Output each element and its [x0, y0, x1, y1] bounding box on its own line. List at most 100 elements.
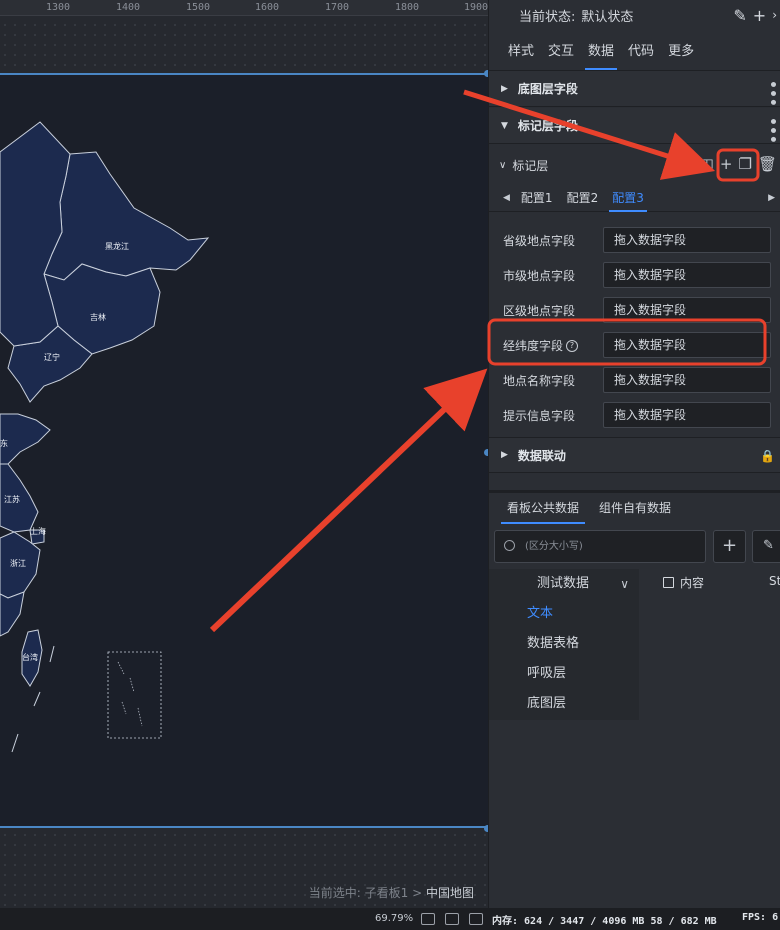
field-label: 地点名称字段	[503, 373, 576, 388]
status-bar: 69.79% 内存: 624 / 3447 / 4096 MB 58 / 682…	[0, 908, 780, 930]
breadcrumb-current[interactable]: 中国地图	[426, 886, 474, 900]
tab-code[interactable]: 代码	[621, 33, 661, 70]
section-title: 标记层字段	[517, 119, 578, 133]
ruler-tick: 1900	[464, 2, 488, 13]
lock-icon[interactable]: 🔒	[760, 449, 775, 463]
tab-board-public-data[interactable]: 看板公共数据	[497, 493, 589, 524]
layout-icon[interactable]: ◫	[700, 155, 714, 173]
tab-style[interactable]: 样式	[501, 33, 541, 70]
drop-zone[interactable]: 拖入数据字段	[603, 332, 771, 358]
drop-zone[interactable]: 拖入数据字段	[603, 402, 771, 428]
column-label: 内容	[680, 576, 705, 590]
field-label: 市级地点字段	[503, 268, 576, 283]
caret-left-icon[interactable]: ◀	[503, 193, 510, 203]
field-label: 省级地点字段	[503, 233, 576, 248]
caret-right-icon: ▶	[501, 83, 508, 94]
cursor-icon[interactable]	[469, 913, 483, 925]
checkbox[interactable]	[663, 577, 674, 588]
zoom-level[interactable]: 69.79%	[375, 913, 413, 924]
chevron-down-icon[interactable]: ∨	[499, 160, 506, 171]
map-label: 吉林	[90, 312, 106, 322]
section-data-link[interactable]: ▶ 数据联动 🔒	[489, 437, 780, 473]
ruler-tick: 1400	[116, 2, 141, 13]
field-label: 提示信息字段	[503, 408, 576, 423]
china-map[interactable]: 黑龙江 吉林 辽宁 东 江苏 上海 浙江 台湾	[0, 75, 488, 830]
state-label: 当前状态:	[519, 10, 576, 25]
dataset-item[interactable]: 文本	[489, 599, 639, 629]
ruler-tick: 1300	[46, 2, 71, 13]
layer-row[interactable]: ∨ 标记层 ▦ ◫ + ❐ 🗑	[489, 146, 780, 184]
column-label-partial: St	[769, 574, 780, 588]
config-tab[interactable]: 配置2	[560, 184, 606, 212]
plus-icon[interactable]: +	[720, 155, 733, 173]
field-city: 市级地点字段 拖入数据字段	[489, 261, 780, 289]
keyboard-icon[interactable]	[445, 913, 459, 925]
canvas-area[interactable]: 1300 1400 1500 1600 1700 1800 1900 黑龙江 吉…	[0, 0, 488, 908]
help-icon[interactable]: ?	[566, 340, 579, 352]
field-label-wrap: 经纬度字段?	[503, 337, 603, 354]
drop-zone[interactable]: 拖入数据字段	[603, 262, 771, 288]
more-vertical-icon[interactable]: •••	[764, 117, 780, 144]
dataset-item[interactable]: 底图层	[489, 689, 639, 719]
fit-screen-icon[interactable]	[421, 913, 435, 925]
section-title: 数据联动	[517, 448, 566, 463]
section-base-layer[interactable]: ▶ 底图层字段 •••	[489, 71, 780, 107]
field-tooltip: 提示信息字段 拖入数据字段	[489, 401, 780, 429]
south-sea-inset	[107, 651, 162, 739]
map-label: 浙江	[10, 558, 26, 568]
edit-icon[interactable]: ✎	[733, 6, 746, 25]
drop-zone[interactable]: 拖入数据字段	[603, 367, 771, 393]
state-bar: 当前状态: 默认状态 ✎ + ›	[489, 0, 780, 31]
search-input[interactable]: (区分大小写)	[494, 530, 706, 563]
ruler-tick: 1800	[395, 2, 420, 13]
config-tab[interactable]: 配置1	[514, 184, 560, 212]
dataset-item[interactable]: 呼吸层	[489, 659, 639, 689]
chevron-down-icon[interactable]: ∨	[620, 569, 629, 599]
field-place-name: 地点名称字段 拖入数据字段	[489, 366, 780, 394]
copy-icon[interactable]: ❐	[739, 155, 752, 173]
edit-dataset-button[interactable]: ✎	[752, 530, 780, 563]
breadcrumb: 当前选中: 子看板1 > 中国地图	[309, 884, 474, 901]
plus-icon[interactable]: +	[753, 6, 766, 25]
dataset-group[interactable]: 测试数据 ∨	[489, 569, 639, 599]
config-tab-active[interactable]: 配置3	[605, 184, 651, 212]
property-tabs: 样式 交互 数据 代码 更多	[489, 33, 780, 71]
properties-panel: 当前状态: 默认状态 ✎ + › 样式 交互 数据 代码 更多 ▶ 底图层字段 …	[488, 0, 780, 908]
more-vertical-icon[interactable]: •••	[764, 80, 780, 107]
section-title: 底图层字段	[517, 82, 578, 96]
memory-readout: 内存: 624 / 3447 / 4096 MB 58 / 682 MB	[492, 916, 717, 927]
search-placeholder: (区分大小写)	[525, 541, 583, 552]
field-label: 区级地点字段	[503, 303, 576, 318]
state-value[interactable]: 默认状态	[581, 6, 633, 25]
tab-interaction[interactable]: 交互	[541, 33, 581, 70]
caret-right-icon: ▶	[501, 450, 508, 460]
field-district: 区级地点字段 拖入数据字段	[489, 296, 780, 324]
map-label: 黑龙江	[105, 241, 129, 251]
tab-data[interactable]: 数据	[581, 33, 621, 70]
map-label: 台湾	[22, 652, 38, 662]
map-label: 东	[0, 438, 8, 448]
data-source-tabs: 看板公共数据 组件自有数据	[489, 490, 780, 524]
ruler-tick: 1600	[255, 2, 280, 13]
map-label: 辽宁	[44, 352, 60, 362]
field-label: 经纬度字段	[503, 338, 564, 353]
drop-zone[interactable]: 拖入数据字段	[603, 297, 771, 323]
trash-icon[interactable]: 🗑	[758, 155, 777, 173]
fps-readout: FPS: 6	[742, 912, 779, 923]
tab-more[interactable]: 更多	[661, 33, 701, 70]
ruler-tick: 1700	[325, 2, 350, 13]
config-tabs: ◀ 配置1 配置2 配置3 ▶	[489, 184, 780, 212]
column-header: 内容	[663, 574, 704, 591]
layer-name: 标记层	[512, 158, 549, 173]
drop-zone[interactable]: 拖入数据字段	[603, 227, 771, 253]
add-dataset-button[interactable]: +	[713, 530, 746, 563]
section-marker-layer[interactable]: ▼ 标记层字段 •••	[489, 108, 780, 144]
table-icon[interactable]: ▦	[680, 155, 694, 173]
dataset-item[interactable]: 数据表格	[489, 629, 639, 659]
province-fujian	[0, 591, 25, 637]
tab-component-own-data[interactable]: 组件自有数据	[589, 493, 681, 524]
chevron-right-icon[interactable]: ›	[772, 8, 777, 25]
china-map-widget[interactable]: 黑龙江 吉林 辽宁 东 江苏 上海 浙江 台湾	[0, 70, 488, 832]
search-icon	[504, 540, 515, 551]
caret-right-icon[interactable]: ▶	[768, 193, 775, 203]
